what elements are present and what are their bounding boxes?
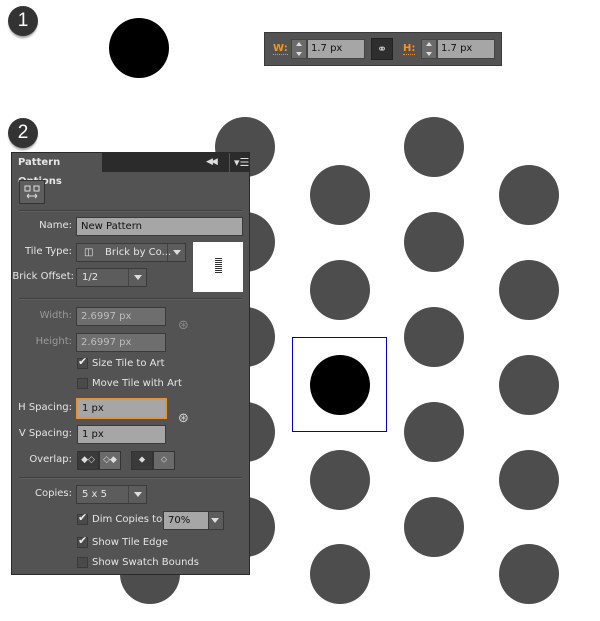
panel-header: Pattern Options ◀◀ ▾☰ [12, 153, 249, 187]
copies-label: Copies: [35, 488, 72, 499]
dim-copies-input[interactable]: 70% [163, 511, 209, 530]
chain-link-icon: ⚭ [376, 42, 388, 56]
tile-type-label: Tile Type: [24, 246, 72, 257]
brick-offset-dropdown[interactable]: 1/2 [76, 268, 147, 287]
constrain-proportions-button[interactable]: ⚭ [371, 38, 393, 60]
v-spacing-label: V Spacing: [18, 428, 72, 439]
overlap-right-icon: ◇◆ [103, 455, 117, 465]
overlap-top-in-front-button[interactable]: ⬥ [131, 451, 153, 470]
height-stepper[interactable] [421, 39, 437, 59]
name-label: Name: [39, 220, 72, 231]
show-swatch-bounds-label: Show Swatch Bounds [92, 557, 199, 568]
pattern-dot [404, 117, 464, 177]
pattern-tile-tool-icon [24, 185, 40, 199]
pattern-dot [499, 260, 559, 320]
size-tile-to-art-checkbox[interactable] [77, 355, 88, 369]
overlap-top-icon: ⬥ [138, 455, 146, 465]
tile-width-input[interactable]: 2.6997 px [76, 307, 166, 326]
step-2-badge: 2 [8, 118, 38, 148]
dim-copies-label: Dim Copies to: [92, 514, 166, 525]
width-label: W: [273, 43, 288, 55]
double-left-arrow-icon[interactable]: ◀◀ [206, 153, 218, 172]
overlap-bottom-in-front-button[interactable]: ⬦ [153, 451, 175, 470]
chevron-down-icon [128, 486, 146, 503]
name-input[interactable]: New Pattern [76, 217, 243, 236]
pattern-dot [499, 450, 559, 510]
pattern-dot [404, 307, 464, 367]
divider [19, 477, 242, 479]
dim-copies-dropdown-button[interactable] [208, 511, 224, 530]
size-tile-to-art-label: Size Tile to Art [92, 358, 165, 369]
chevron-down-icon [128, 269, 146, 286]
pattern-dot [310, 450, 370, 510]
overlap-bottom-icon: ⬦ [160, 455, 168, 465]
divider [19, 298, 242, 300]
step-1-badge: 1 [8, 6, 38, 36]
size-link-icon[interactable]: ⊛ [178, 318, 189, 333]
tile-height-input[interactable]: 2.6997 px [76, 333, 166, 352]
brick-offset-value: 1/2 [82, 272, 99, 283]
pattern-dot [310, 165, 370, 225]
original-circle[interactable] [109, 18, 169, 78]
height-label: H: [403, 43, 416, 55]
show-tile-edge-checkbox[interactable] [77, 534, 88, 548]
tile-preview [193, 242, 243, 292]
width-stepper[interactable] [291, 39, 307, 59]
width-label: Width: [39, 310, 72, 321]
height-input[interactable]: 1.7 px [437, 39, 495, 59]
tile-edge-box [292, 337, 387, 432]
h-spacing-label: H Spacing: [18, 402, 72, 413]
pattern-dot [499, 544, 559, 604]
v-spacing-input[interactable]: 1 px [77, 425, 166, 444]
chevron-down-icon [167, 244, 185, 261]
move-tile-with-art-checkbox[interactable] [77, 378, 88, 389]
brick-by-column-icon: ◫ [84, 247, 94, 258]
overlap-left-icon: ◆◇ [81, 455, 95, 465]
overlap-label: Overlap: [29, 454, 72, 465]
pattern-dot [404, 497, 464, 557]
overlap-right-in-front-button[interactable]: ◇◆ [99, 451, 121, 470]
show-tile-edge-label: Show Tile Edge [92, 537, 169, 548]
panel-title-tab[interactable]: Pattern Options [12, 153, 102, 187]
height-label: Height: [35, 336, 72, 347]
move-tile-with-art-label: Move Tile with Art [92, 378, 182, 389]
overlap-left-in-front-button[interactable]: ◆◇ [77, 451, 99, 470]
tile-type-dropdown[interactable]: ◫ Brick by Co... [76, 243, 186, 262]
size-control-bar: W: 1.7 px ⚭ H: 1.7 px [264, 32, 502, 66]
pattern-tile-tool-button[interactable] [19, 180, 45, 204]
pattern-dot [404, 402, 464, 462]
width-input[interactable]: 1.7 px [307, 39, 365, 59]
pattern-dot [310, 260, 370, 320]
dim-copies-checkbox[interactable] [77, 511, 88, 525]
copies-value: 5 x 5 [82, 489, 107, 500]
spacing-link-icon[interactable]: ⊛ [178, 411, 189, 426]
panel-menu-icon[interactable]: ▾☰ [229, 153, 249, 172]
pattern-dot [499, 165, 559, 225]
brick-offset-label: Brick Offset: [12, 271, 74, 282]
show-swatch-bounds-checkbox[interactable] [77, 557, 88, 568]
pattern-dot [310, 544, 370, 604]
chevron-down-icon [206, 512, 223, 529]
tile-type-value: Brick by Co... [105, 247, 172, 258]
brick-column-preview-icon [215, 258, 222, 274]
divider [19, 210, 242, 212]
pattern-dot [499, 355, 559, 415]
h-spacing-input[interactable]: 1 px [76, 398, 167, 419]
pattern-dot [404, 212, 464, 272]
pattern-options-panel: Pattern Options ◀◀ ▾☰ Name: New Pattern … [11, 152, 250, 575]
copies-dropdown[interactable]: 5 x 5 [76, 485, 147, 504]
